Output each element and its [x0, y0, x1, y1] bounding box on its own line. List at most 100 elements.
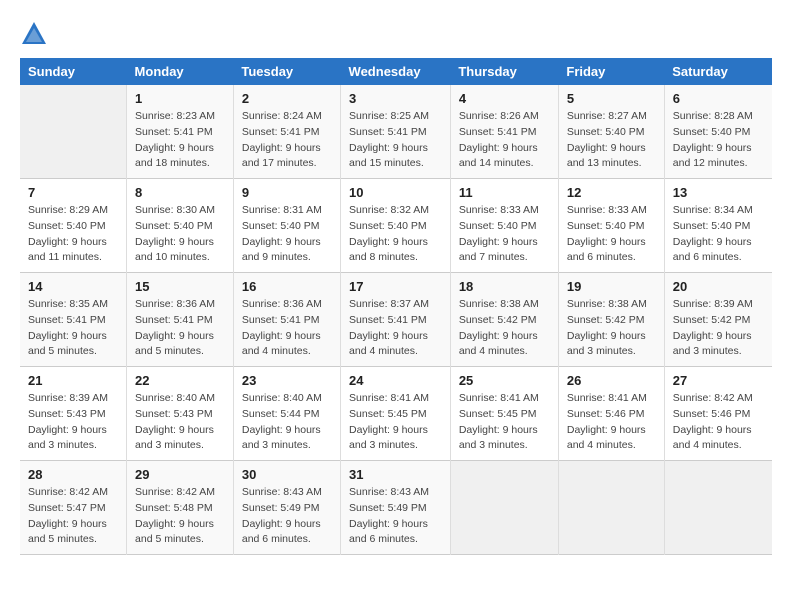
calendar-cell: 15 Sunrise: 8:36 AM Sunset: 5:41 PM Dayli…: [127, 273, 234, 367]
day-number: 12: [567, 185, 656, 200]
day-number: 3: [349, 91, 442, 106]
logo: [20, 20, 52, 48]
day-info: Sunrise: 8:30 AM Sunset: 5:40 PM Dayligh…: [135, 203, 225, 266]
calendar-cell: 2 Sunrise: 8:24 AM Sunset: 5:41 PM Daylig…: [233, 85, 340, 179]
day-number: 23: [242, 373, 332, 388]
day-number: 15: [135, 279, 225, 294]
weekday-header: Friday: [558, 58, 664, 85]
day-number: 22: [135, 373, 225, 388]
day-number: 24: [349, 373, 442, 388]
day-number: 5: [567, 91, 656, 106]
day-info: Sunrise: 8:33 AM Sunset: 5:40 PM Dayligh…: [459, 203, 550, 266]
day-info: Sunrise: 8:42 AM Sunset: 5:46 PM Dayligh…: [673, 391, 764, 454]
calendar-cell: 13 Sunrise: 8:34 AM Sunset: 5:40 PM Dayli…: [664, 179, 772, 273]
day-number: 1: [135, 91, 225, 106]
weekday-header: Sunday: [20, 58, 127, 85]
logo-icon: [20, 20, 48, 48]
day-number: 17: [349, 279, 442, 294]
day-info: Sunrise: 8:36 AM Sunset: 5:41 PM Dayligh…: [135, 297, 225, 360]
day-info: Sunrise: 8:37 AM Sunset: 5:41 PM Dayligh…: [349, 297, 442, 360]
day-info: Sunrise: 8:36 AM Sunset: 5:41 PM Dayligh…: [242, 297, 332, 360]
day-info: Sunrise: 8:41 AM Sunset: 5:45 PM Dayligh…: [459, 391, 550, 454]
day-number: 14: [28, 279, 118, 294]
day-info: Sunrise: 8:39 AM Sunset: 5:42 PM Dayligh…: [673, 297, 764, 360]
day-info: Sunrise: 8:31 AM Sunset: 5:40 PM Dayligh…: [242, 203, 332, 266]
day-number: 9: [242, 185, 332, 200]
calendar-cell: 3Sunrise: 8:25 AM Sunset: 5:41 PM Daylig…: [341, 85, 451, 179]
calendar-week-row: 14 Sunrise: 8:35 AM Sunset: 5:41 PM Dayli…: [20, 273, 772, 367]
calendar-table: SundayMondayTuesdayWednesdayThursdayFrid…: [20, 58, 772, 555]
day-info: Sunrise: 8:41 AM Sunset: 5:46 PM Dayligh…: [567, 391, 656, 454]
calendar-cell: 18 Sunrise: 8:38 AM Sunset: 5:42 PM Dayli…: [450, 273, 558, 367]
calendar-cell: 6Sunrise: 8:28 AM Sunset: 5:40 PM Daylig…: [664, 85, 772, 179]
day-info: Sunrise: 8:43 AM Sunset: 5:49 PM Dayligh…: [242, 485, 332, 548]
day-number: 30: [242, 467, 332, 482]
day-number: 21: [28, 373, 118, 388]
day-info: Sunrise: 8:38 AM Sunset: 5:42 PM Dayligh…: [567, 297, 656, 360]
day-info: Sunrise: 8:39 AM Sunset: 5:43 PM Dayligh…: [28, 391, 118, 454]
calendar-cell: 22Sunrise: 8:40 AM Sunset: 5:43 PM Dayli…: [127, 367, 234, 461]
calendar-week-row: 1 Sunrise: 8:23 AM Sunset: 5:41 PM Daylig…: [20, 85, 772, 179]
calendar-cell: 7 Sunrise: 8:29 AM Sunset: 5:40 PM Daylig…: [20, 179, 127, 273]
calendar-cell: 17 Sunrise: 8:37 AM Sunset: 5:41 PM Dayli…: [341, 273, 451, 367]
day-number: 26: [567, 373, 656, 388]
day-number: 18: [459, 279, 550, 294]
calendar-cell: 10Sunrise: 8:32 AM Sunset: 5:40 PM Dayli…: [341, 179, 451, 273]
calendar-cell: 21 Sunrise: 8:39 AM Sunset: 5:43 PM Dayli…: [20, 367, 127, 461]
day-info: Sunrise: 8:35 AM Sunset: 5:41 PM Dayligh…: [28, 297, 118, 360]
calendar-cell: [20, 85, 127, 179]
day-info: Sunrise: 8:23 AM Sunset: 5:41 PM Dayligh…: [135, 109, 225, 172]
day-number: 6: [673, 91, 764, 106]
calendar-cell: 31Sunrise: 8:43 AM Sunset: 5:49 PM Dayli…: [341, 461, 451, 555]
calendar-cell: 20 Sunrise: 8:39 AM Sunset: 5:42 PM Dayli…: [664, 273, 772, 367]
calendar-cell: 26 Sunrise: 8:41 AM Sunset: 5:46 PM Dayli…: [558, 367, 664, 461]
calendar-cell: 19 Sunrise: 8:38 AM Sunset: 5:42 PM Dayli…: [558, 273, 664, 367]
day-number: 31: [349, 467, 442, 482]
calendar-cell: 8 Sunrise: 8:30 AM Sunset: 5:40 PM Daylig…: [127, 179, 234, 273]
weekday-header: Thursday: [450, 58, 558, 85]
day-number: 13: [673, 185, 764, 200]
weekday-header-row: SundayMondayTuesdayWednesdayThursdayFrid…: [20, 58, 772, 85]
day-number: 29: [135, 467, 225, 482]
day-number: 4: [459, 91, 550, 106]
calendar-cell: 12 Sunrise: 8:33 AM Sunset: 5:40 PM Dayli…: [558, 179, 664, 273]
calendar-week-row: 21 Sunrise: 8:39 AM Sunset: 5:43 PM Dayli…: [20, 367, 772, 461]
day-number: 2: [242, 91, 332, 106]
calendar-week-row: 7 Sunrise: 8:29 AM Sunset: 5:40 PM Daylig…: [20, 179, 772, 273]
day-number: 11: [459, 185, 550, 200]
page-header: [20, 20, 772, 48]
day-info: Sunrise: 8:26 AM Sunset: 5:41 PM Dayligh…: [459, 109, 550, 172]
day-number: 19: [567, 279, 656, 294]
calendar-cell: 11 Sunrise: 8:33 AM Sunset: 5:40 PM Dayli…: [450, 179, 558, 273]
weekday-header: Wednesday: [341, 58, 451, 85]
day-info: Sunrise: 8:40 AM Sunset: 5:44 PM Dayligh…: [242, 391, 332, 454]
calendar-cell: 27Sunrise: 8:42 AM Sunset: 5:46 PM Dayli…: [664, 367, 772, 461]
calendar-body: 1 Sunrise: 8:23 AM Sunset: 5:41 PM Daylig…: [20, 85, 772, 555]
calendar-cell: 14 Sunrise: 8:35 AM Sunset: 5:41 PM Dayli…: [20, 273, 127, 367]
calendar-cell: 30 Sunrise: 8:43 AM Sunset: 5:49 PM Dayli…: [233, 461, 340, 555]
day-info: Sunrise: 8:29 AM Sunset: 5:40 PM Dayligh…: [28, 203, 118, 266]
calendar-cell: 1 Sunrise: 8:23 AM Sunset: 5:41 PM Daylig…: [127, 85, 234, 179]
calendar-cell: [450, 461, 558, 555]
day-info: Sunrise: 8:34 AM Sunset: 5:40 PM Dayligh…: [673, 203, 764, 266]
day-info: Sunrise: 8:42 AM Sunset: 5:47 PM Dayligh…: [28, 485, 118, 548]
calendar-cell: 28 Sunrise: 8:42 AM Sunset: 5:47 PM Dayli…: [20, 461, 127, 555]
day-number: 8: [135, 185, 225, 200]
day-info: Sunrise: 8:24 AM Sunset: 5:41 PM Dayligh…: [242, 109, 332, 172]
day-number: 7: [28, 185, 118, 200]
calendar-header: SundayMondayTuesdayWednesdayThursdayFrid…: [20, 58, 772, 85]
calendar-cell: 24 Sunrise: 8:41 AM Sunset: 5:45 PM Dayli…: [341, 367, 451, 461]
calendar-cell: 25Sunrise: 8:41 AM Sunset: 5:45 PM Dayli…: [450, 367, 558, 461]
day-info: Sunrise: 8:33 AM Sunset: 5:40 PM Dayligh…: [567, 203, 656, 266]
calendar-week-row: 28 Sunrise: 8:42 AM Sunset: 5:47 PM Dayli…: [20, 461, 772, 555]
day-number: 20: [673, 279, 764, 294]
day-number: 28: [28, 467, 118, 482]
day-info: Sunrise: 8:38 AM Sunset: 5:42 PM Dayligh…: [459, 297, 550, 360]
day-info: Sunrise: 8:42 AM Sunset: 5:48 PM Dayligh…: [135, 485, 225, 548]
calendar-cell: 29 Sunrise: 8:42 AM Sunset: 5:48 PM Dayli…: [127, 461, 234, 555]
day-info: Sunrise: 8:41 AM Sunset: 5:45 PM Dayligh…: [349, 391, 442, 454]
calendar-cell: 23 Sunrise: 8:40 AM Sunset: 5:44 PM Dayli…: [233, 367, 340, 461]
weekday-header: Monday: [127, 58, 234, 85]
day-number: 16: [242, 279, 332, 294]
weekday-header: Saturday: [664, 58, 772, 85]
